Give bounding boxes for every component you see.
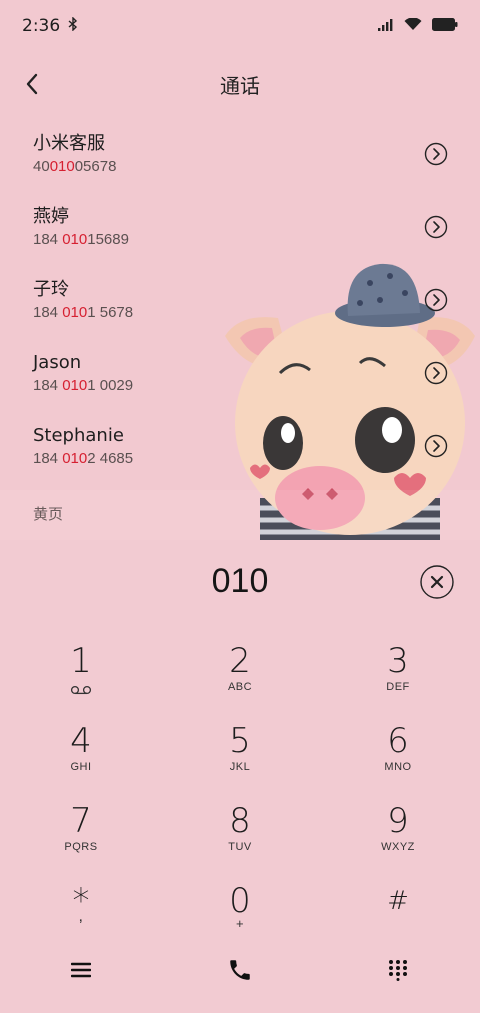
key-2[interactable]: 2 ABC (180, 642, 300, 712)
chevron-right-circle-icon[interactable] (424, 142, 448, 166)
contact-number: 4001005678 (33, 158, 117, 175)
contact-name: 小米客服 (33, 133, 105, 154)
contact-item[interactable]: Jason 184 0101 0029 (0, 337, 480, 410)
status-bar: 2:36 (0, 0, 480, 52)
key-8[interactable]: 8 TUV (180, 802, 300, 872)
key-7[interactable]: 7 PQRS (21, 802, 141, 872)
chevron-right-circle-icon[interactable] (424, 215, 448, 239)
contact-item[interactable]: 子玲 184 0101 5678 (0, 264, 480, 337)
wifi-icon (404, 16, 422, 36)
dialpad-icon (389, 960, 407, 981)
dialed-number: 010 (211, 562, 269, 600)
key-5[interactable]: 5 JKL (180, 722, 300, 792)
dialer-panel: 010 1 2 ABC 3 DEF 4 GHI 5 JKL 6 MNO 7 PQ… (0, 540, 480, 1013)
header: 通话 (0, 60, 480, 108)
menu-icon (71, 962, 91, 978)
contact-number: 184 0102 4685 (33, 450, 134, 467)
page-title: 通话 (220, 74, 260, 98)
call-button[interactable] (220, 950, 260, 990)
clear-digit-button[interactable] (420, 565, 454, 599)
key-star[interactable]: * , (21, 882, 141, 952)
contact-item[interactable]: 燕婷 184 01015689 (0, 191, 480, 264)
menu-button[interactable] (61, 950, 101, 990)
battery-icon (432, 16, 458, 36)
contact-number: 184 0101 5678 (33, 304, 134, 321)
key-3[interactable]: 3 DEF (338, 642, 458, 712)
status-icons (378, 16, 458, 36)
signal-icon (378, 16, 394, 36)
contact-number: 184 0101 0029 (33, 377, 134, 394)
contact-name: Jason (33, 352, 82, 373)
contact-number: 184 01015689 (33, 231, 129, 248)
chevron-right-circle-icon[interactable] (424, 361, 448, 385)
key-0[interactable]: 0 + (180, 882, 300, 952)
status-time: 2:36 (22, 16, 61, 36)
contact-name: 燕婷 (33, 206, 69, 227)
yellow-pages-section[interactable]: 黄页 (0, 490, 480, 540)
key-hash[interactable]: # (338, 882, 458, 952)
voicemail-icon (70, 685, 92, 695)
chevron-right-circle-icon[interactable] (424, 288, 448, 312)
contact-list: 小米客服 4001005678 燕婷 184 01015689 子玲 184 0… (0, 118, 480, 483)
contact-item[interactable]: Stephanie 184 0102 4685 (0, 410, 480, 483)
chevron-right-circle-icon[interactable] (424, 434, 448, 458)
contact-name: Stephanie (33, 425, 124, 446)
keypad-toggle-button[interactable] (378, 950, 418, 990)
key-9[interactable]: 9 WXYZ (338, 802, 458, 872)
key-4[interactable]: 4 GHI (21, 722, 141, 792)
phone-icon (230, 960, 250, 980)
key-6[interactable]: 6 MNO (338, 722, 458, 792)
contact-item[interactable]: 小米客服 4001005678 (0, 118, 480, 191)
bluetooth-icon (68, 16, 78, 35)
section-label: 黄页 (33, 505, 64, 523)
contact-name: 子玲 (33, 279, 69, 300)
key-1[interactable]: 1 (21, 642, 141, 712)
